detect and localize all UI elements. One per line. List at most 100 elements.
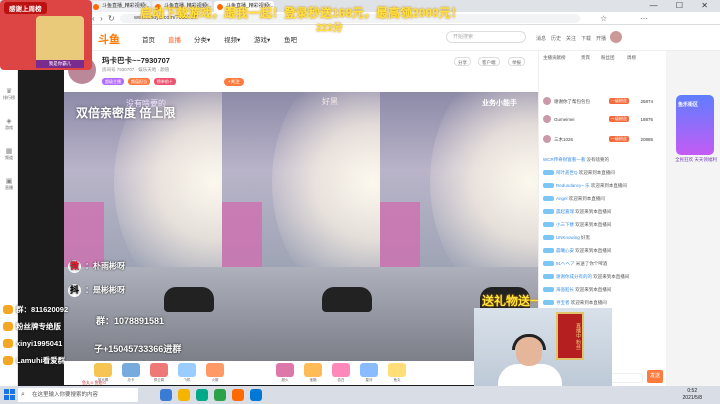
search-input[interactable]: 开始搜索 xyxy=(446,31,526,43)
site-header: 斗鱼 首页 直播 分类▾ 视频▾ 游戏▾ 鱼吧 开始搜索 消息 历史 关注 下载… xyxy=(18,25,720,51)
room-badge: 超级主播 xyxy=(102,78,124,85)
douyu-logo[interactable]: 斗鱼 xyxy=(98,31,120,47)
avatar xyxy=(543,97,551,105)
group-number: 群：1078891581 xyxy=(96,316,165,326)
nav-video[interactable]: 视频▾ xyxy=(224,34,240,44)
gift-item[interactable] xyxy=(304,363,322,377)
video-caption: 好黑 xyxy=(322,97,338,106)
back-icon[interactable]: ‹ xyxy=(92,14,95,23)
star-icon[interactable]: ☆ xyxy=(600,14,607,23)
window-controls[interactable]: — ☐ ✕ xyxy=(650,1,716,10)
gift-item[interactable] xyxy=(206,363,224,377)
sidebar-item-channel[interactable]: ▦ 频道 xyxy=(0,147,18,161)
chat-message: 小三下楼 欢迎来到本直播间 xyxy=(543,220,667,229)
gift-item[interactable] xyxy=(276,363,294,377)
helper-label: 业务小能手 xyxy=(482,100,517,107)
badge-icon xyxy=(3,356,13,365)
chat-message: 海盗船长 欢迎来到本直播间 xyxy=(543,285,667,294)
extensions-icon[interactable]: ⋯ xyxy=(640,14,648,23)
user-avatar[interactable] xyxy=(610,31,622,43)
sidebar-item-live[interactable]: ▣ 直播 xyxy=(0,177,18,191)
promo-card[interactable]: 鱼乐街区 xyxy=(676,95,714,155)
fan-caption: 我是你霸儿 xyxy=(36,60,84,68)
broadcast-icon[interactable]: 开播 xyxy=(596,35,606,42)
douyu-icon[interactable] xyxy=(232,389,244,401)
tv-icon: ▣ xyxy=(5,178,13,185)
weibo-icon: 微 xyxy=(68,260,81,273)
scrolling-ad-text: 启动下载游戏，跟我一起！登录秒送168元，最高领2000元！ xyxy=(140,6,463,20)
score-text: 223分 xyxy=(316,23,343,34)
red-banner: 直播中 粉丝 xyxy=(556,312,584,360)
reload-icon[interactable]: ↻ xyxy=(108,14,115,23)
group-line: Lamuhi看爱群 xyxy=(0,354,65,367)
group-number: 子+15045733366进群 xyxy=(94,344,182,354)
tab-weekly[interactable]: 周榜 xyxy=(627,55,636,61)
nav-game[interactable]: 游戏▾ xyxy=(254,34,270,44)
report-button[interactable]: 举报 xyxy=(508,57,525,66)
gift-item[interactable] xyxy=(94,363,112,377)
chat-message: 91ヘヘア 米送了你个啤酒 xyxy=(543,259,667,268)
left-sidebar: ♡关注 ♛排行榜 ◈游戏 ▦频道 ▣直播 xyxy=(0,51,18,386)
rank-row[interactable]: 三木1026 一级粉丝 20885 xyxy=(543,135,663,145)
room-info: 玛卡巴卡~~7930707 房间号 7930707 · 娱乐天地 · 颜值 超级… xyxy=(64,51,538,92)
chat-message: 阿叶盖世Q 欢迎来到本直播间 xyxy=(543,168,667,177)
fan-panel-title: 感谢上周榜 xyxy=(4,2,47,14)
tab-fans[interactable]: 粉丝团 xyxy=(601,55,615,61)
headphones-icon xyxy=(512,334,546,350)
share-button[interactable]: 分享 xyxy=(454,57,471,66)
forward-icon[interactable]: › xyxy=(100,14,103,23)
gift-item[interactable] xyxy=(388,363,406,377)
follow-button[interactable]: +关注 xyxy=(224,78,244,86)
clock[interactable]: 0:52 2021/5/8 xyxy=(683,388,702,402)
chat-message: Redundancy~ 乐 欢迎来到本直播间 xyxy=(543,181,667,190)
weibo-contact: 微：朴雨彬呀 xyxy=(68,260,125,273)
tiktok-contact: 抖：是彬彬呀 xyxy=(68,284,125,297)
taskbar-search[interactable]: ⌕ 在这里输入你要搜索的内容 xyxy=(18,388,138,402)
wechat-icon[interactable] xyxy=(214,389,226,401)
tab-vip[interactable]: 贵宾 xyxy=(581,55,590,61)
browser-icon[interactable] xyxy=(196,389,208,401)
weekly-fan-panel: 感谢上周榜 我是你霸儿 xyxy=(0,0,92,70)
nav-category[interactable]: 分类▾ xyxy=(194,34,210,44)
promo-sidebar: 鱼乐街区 全民狂欢 天天领福利 xyxy=(666,51,720,386)
sidebar-item-rank[interactable]: ♛ 排行榜 xyxy=(0,87,18,101)
double-intimacy-banner: 双倍亲密度 倍上限 xyxy=(76,106,176,120)
app-icon[interactable] xyxy=(250,389,262,401)
task-view-icon[interactable] xyxy=(160,389,172,401)
screen: 斗鱼直播_精彩视频… × 斗鱼直播_精彩视频… × 斗鱼直播_精彩视频… × — ☐ … xyxy=(0,0,720,404)
message-icon[interactable]: 消息 xyxy=(536,35,546,42)
download-icon[interactable]: 下载 xyxy=(581,35,591,42)
tab-contribution[interactable]: 主播贡献榜 xyxy=(543,55,566,61)
gift-item[interactable] xyxy=(360,363,378,377)
gift-item[interactable] xyxy=(150,363,168,377)
room-title: 玛卡巴卡~~7930707 xyxy=(102,56,170,65)
group-line: xinyi1995041 xyxy=(0,337,62,350)
gift-item[interactable] xyxy=(122,363,140,377)
room-badge: 榜单前十 xyxy=(153,78,176,85)
avatar xyxy=(543,135,551,143)
chat-message: 晨起嘉瑞 欢迎来到本直播间 xyxy=(543,207,667,216)
tiktok-icon: 抖 xyxy=(68,284,81,297)
group-line: 群：811620092 xyxy=(0,303,68,316)
gift-item[interactable] xyxy=(178,363,196,377)
windows-start-icon[interactable] xyxy=(4,389,15,400)
chat-message: 寻宝者 欢迎来到本直播间 xyxy=(543,298,667,307)
nav-yuba[interactable]: 鱼吧 xyxy=(284,34,297,44)
rank-row[interactable]: Gumeimei 一级粉丝 18876 xyxy=(543,115,663,125)
search-icon: ⌕ xyxy=(21,391,25,398)
send-button[interactable]: 发送 xyxy=(647,370,663,383)
client-button[interactable]: 客户端 xyxy=(478,57,500,66)
follow-icon[interactable]: 关注 xyxy=(566,35,576,42)
video-pane: 好黑 xyxy=(222,92,380,361)
history-icon[interactable]: 历史 xyxy=(551,35,561,42)
gift-item[interactable] xyxy=(332,363,350,377)
badge-icon xyxy=(3,322,13,331)
rank-row[interactable]: 谢谢你了帮包包包 一级粉丝 25874 xyxy=(543,97,663,107)
file-explorer-icon[interactable] xyxy=(178,389,190,401)
nav-live[interactable]: 直播 xyxy=(168,34,181,44)
gift-bar: 荧光棒 办卡 穿云箭 飞机 火箭 超火 宝箱 告白 星河 鱼丸 xyxy=(64,361,538,385)
sidebar-item-game[interactable]: ◈ 游戏 xyxy=(0,117,18,131)
chat-message: WCR传奇财富看一看 没有啥要的 xyxy=(543,157,609,162)
chat-message: Angel 欢迎来到本直播间 xyxy=(543,194,667,203)
nav-home[interactable]: 首页 xyxy=(142,34,155,44)
